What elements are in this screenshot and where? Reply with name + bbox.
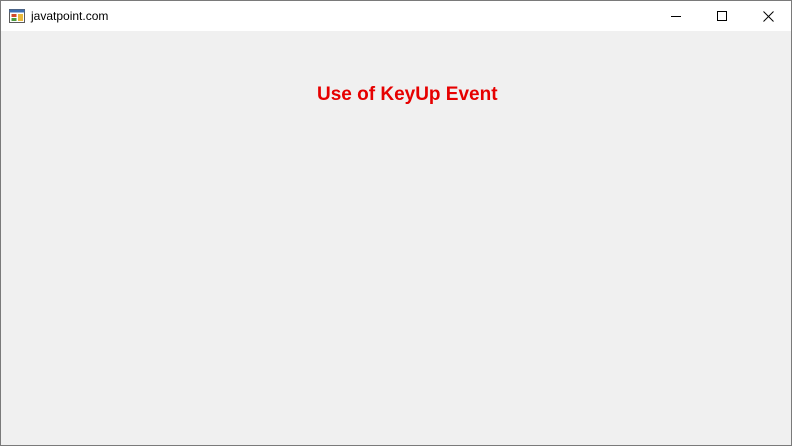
minimize-button[interactable] [653,1,699,31]
heading-label: Use of KeyUp Event [317,84,498,105]
window-title: javatpoint.com [31,9,109,23]
app-window: javatpoint.com Use of KeyUp Event [0,0,792,446]
maximize-icon [717,11,727,21]
close-icon [762,10,774,22]
maximize-button[interactable] [699,1,745,31]
title-bar[interactable]: javatpoint.com [1,1,791,31]
close-button[interactable] [745,1,791,31]
minimize-icon [671,16,681,17]
form-app-icon[interactable] [9,9,25,23]
form-client-area[interactable]: Use of KeyUp Event [1,31,791,445]
window-controls [653,1,791,31]
